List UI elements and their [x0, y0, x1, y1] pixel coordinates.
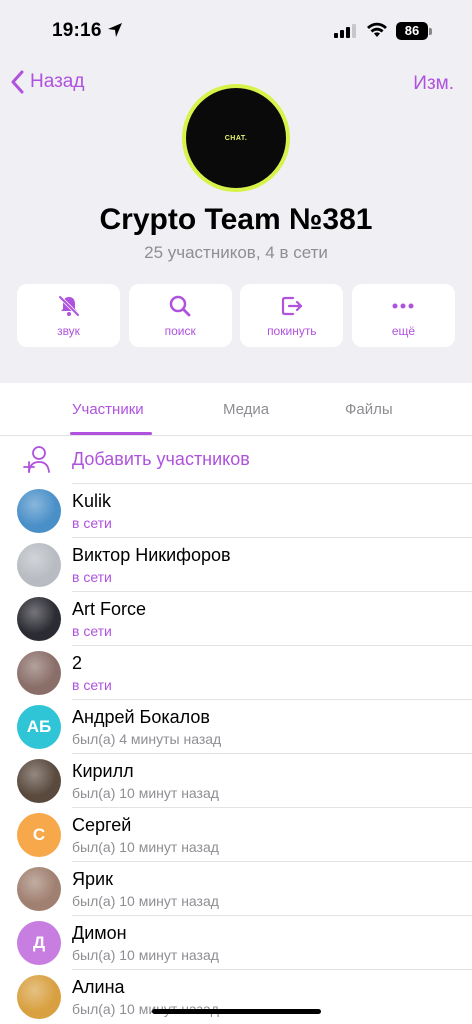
chevron-left-icon: [11, 70, 24, 94]
member-row[interactable]: АБ Андрей Бокалов был(а) 4 минуты назад: [0, 700, 472, 754]
members-list: Kulik в сети Виктор Никифоров в сети Art For…: [0, 484, 472, 1024]
member-row[interactable]: 2 в сети: [0, 646, 472, 700]
member-row[interactable]: Art Force в сети: [0, 592, 472, 646]
group-avatar[interactable]: CHAT.: [182, 84, 290, 192]
back-button[interactable]: Назад: [10, 70, 84, 94]
group-header: 19:16 86 Назад Изм. CHAT. Crypto Team №3…: [0, 0, 472, 383]
wifi-icon: [367, 22, 387, 37]
member-row[interactable]: Д Димон был(а) 10 минут назад: [0, 916, 472, 970]
group-avatar-text: CHAT.: [224, 134, 248, 142]
add-members-label: Добавить участников: [72, 449, 250, 469]
member-status: был(а) 10 минут назад: [72, 839, 219, 855]
member-row[interactable]: Алина был(а) 10 минут назад: [0, 970, 472, 1024]
group-subtitle: 25 участников, 4 в сети: [144, 243, 328, 262]
more-button[interactable]: ещё: [351, 284, 455, 347]
member-status: в сети: [72, 677, 112, 693]
member-name: Ярик: [72, 869, 113, 889]
status-time: 19:16: [52, 20, 102, 41]
member-status: был(а) 10 минут назад: [72, 947, 219, 963]
member-name: Сергей: [72, 815, 132, 835]
member-row[interactable]: С Сергей был(а) 10 минут назад: [0, 808, 472, 862]
member-status: в сети: [72, 515, 112, 531]
member-avatar: Д: [17, 921, 61, 965]
action-buttons: звук поиск покинуть ещё: [17, 284, 455, 347]
member-status: был(а) 4 минуты назад: [72, 731, 222, 747]
member-avatar: [17, 867, 61, 911]
search-label: поиск: [164, 323, 196, 338]
edit-button[interactable]: Изм.: [413, 73, 454, 95]
leave-button[interactable]: покинуть: [240, 284, 344, 347]
search-button[interactable]: поиск: [128, 284, 232, 347]
group-title: Crypto Team №381: [99, 203, 373, 236]
tab-media[interactable]: Медиа: [223, 401, 269, 418]
member-name: Димон: [72, 923, 127, 943]
member-status: был(а) 10 минут назад: [72, 785, 219, 801]
battery-indicator: 86: [396, 22, 428, 40]
mute-button[interactable]: звук: [17, 284, 120, 347]
member-status: был(а) 10 минут назад: [72, 893, 219, 909]
members-sheet: Участники Медиа Файлы Добавить участнико…: [0, 383, 472, 1024]
member-name: Андрей Бокалов: [72, 707, 210, 727]
member-row[interactable]: Kulik в сети: [0, 484, 472, 538]
member-status: в сети: [72, 623, 112, 639]
member-avatar: [17, 651, 61, 695]
member-avatar: [17, 975, 61, 1019]
tab-members[interactable]: Участники: [72, 401, 144, 418]
member-status: в сети: [72, 569, 112, 585]
bell-slash-icon: [58, 295, 79, 316]
member-avatar: [17, 543, 61, 587]
leave-icon: [281, 296, 302, 315]
tab-bar: Участники Медиа Файлы: [0, 383, 472, 436]
add-members-button[interactable]: Добавить участников: [0, 436, 472, 484]
member-avatar: [17, 489, 61, 533]
member-avatar: [17, 597, 61, 641]
member-row[interactable]: Ярик был(а) 10 минут назад: [0, 862, 472, 916]
search-icon: [169, 295, 191, 316]
more-icon: [392, 303, 414, 308]
mute-label: звук: [57, 323, 80, 338]
home-indicator[interactable]: [152, 1009, 321, 1014]
member-name: Кирилл: [72, 761, 134, 781]
member-avatar: [17, 759, 61, 803]
location-arrow-icon: [108, 23, 122, 37]
member-avatar: АБ: [17, 705, 61, 749]
leave-label: покинуть: [267, 323, 317, 338]
member-name: Виктор Никифоров: [72, 545, 231, 565]
more-label: ещё: [391, 323, 416, 338]
member-avatar: С: [17, 813, 61, 857]
battery-tip: [429, 28, 432, 35]
tab-files[interactable]: Файлы: [345, 401, 393, 418]
cellular-signal-icon: [334, 24, 356, 38]
member-row[interactable]: Кирилл был(а) 10 минут назад: [0, 754, 472, 808]
member-name: 2: [72, 653, 83, 673]
add-user-icon: [23, 446, 50, 473]
status-bar: 19:16 86: [0, 0, 472, 62]
member-name: Art Force: [72, 599, 147, 619]
back-label: Назад: [30, 71, 85, 92]
member-name: Алина: [72, 977, 125, 997]
member-row[interactable]: Виктор Никифоров в сети: [0, 538, 472, 592]
member-name: Kulik: [72, 491, 112, 511]
